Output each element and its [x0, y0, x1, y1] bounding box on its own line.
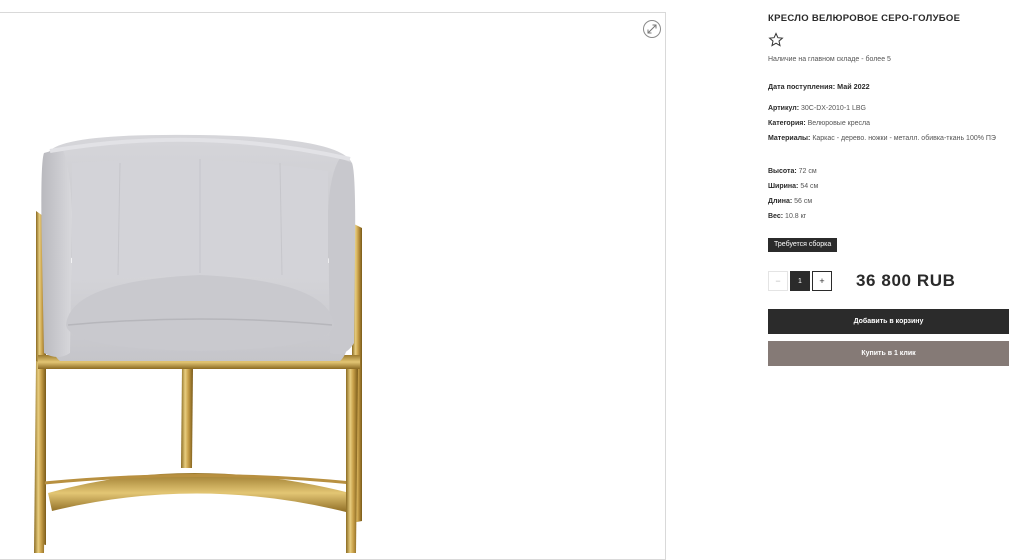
width-label: Ширина:: [768, 183, 799, 190]
quantity-decrease-button[interactable]: −: [768, 271, 788, 291]
product-image-gallery: [0, 12, 666, 560]
quantity-stepper: − 1 +: [768, 271, 832, 291]
stock-availability: Наличие на главном складе - более 5: [768, 56, 891, 63]
product-photo-chair: [34, 134, 362, 553]
weight-value: 10.8 кг: [785, 213, 807, 220]
materials-row: Материалы: Каркас - дерево. ножки - мета…: [768, 135, 1003, 144]
expand-arrows-icon: [647, 24, 657, 34]
star-outline-icon[interactable]: [768, 32, 784, 48]
product-price: 36 800 RUB: [856, 271, 956, 290]
length-row: Длина: 56 см: [768, 198, 812, 207]
add-to-cart-button[interactable]: Добавить в корзину: [768, 309, 1009, 334]
width-row: Ширина: 54 см: [768, 183, 818, 192]
buy-one-click-button[interactable]: Купить в 1 клик: [768, 341, 1009, 366]
height-label: Высота:: [768, 168, 797, 175]
sku-value: 30C-DX-2010-1 LBG: [801, 105, 866, 112]
arrival-label: Дата поступления:: [768, 82, 836, 91]
assembly-required-badge: Требуется сборка: [768, 238, 838, 252]
product-title: КРЕСЛО ВЕЛЮРОВОЕ СЕРО-ГОЛУБОЕ: [768, 13, 961, 24]
zoom-button[interactable]: [643, 20, 661, 38]
materials-label: Материалы:: [768, 135, 811, 142]
quantity-increase-button[interactable]: +: [812, 271, 832, 291]
quantity-input[interactable]: 1: [790, 271, 810, 291]
sku-row: Артикул: 30C-DX-2010-1 LBG: [768, 105, 866, 114]
weight-row: Вес: 10.8 кг: [768, 213, 806, 222]
weight-label: Вес:: [768, 213, 784, 220]
length-label: Длина:: [768, 198, 793, 205]
height-row: Высота: 72 см: [768, 168, 817, 177]
category-value: Велюровые кресла: [807, 120, 870, 127]
category-row: Категория: Велюровые кресла: [768, 120, 870, 129]
arrival-value: Май 2022: [837, 82, 870, 91]
materials-value: Каркас - дерево. ножки - металл. обивка-…: [812, 135, 996, 142]
category-label: Категория:: [768, 120, 806, 127]
sku-label: Артикул:: [768, 105, 800, 112]
arrival-date: Дата поступления: Май 2022: [768, 82, 870, 91]
length-value: 56 см: [794, 198, 813, 205]
width-value: 54 см: [800, 183, 819, 190]
height-value: 72 см: [798, 168, 817, 175]
